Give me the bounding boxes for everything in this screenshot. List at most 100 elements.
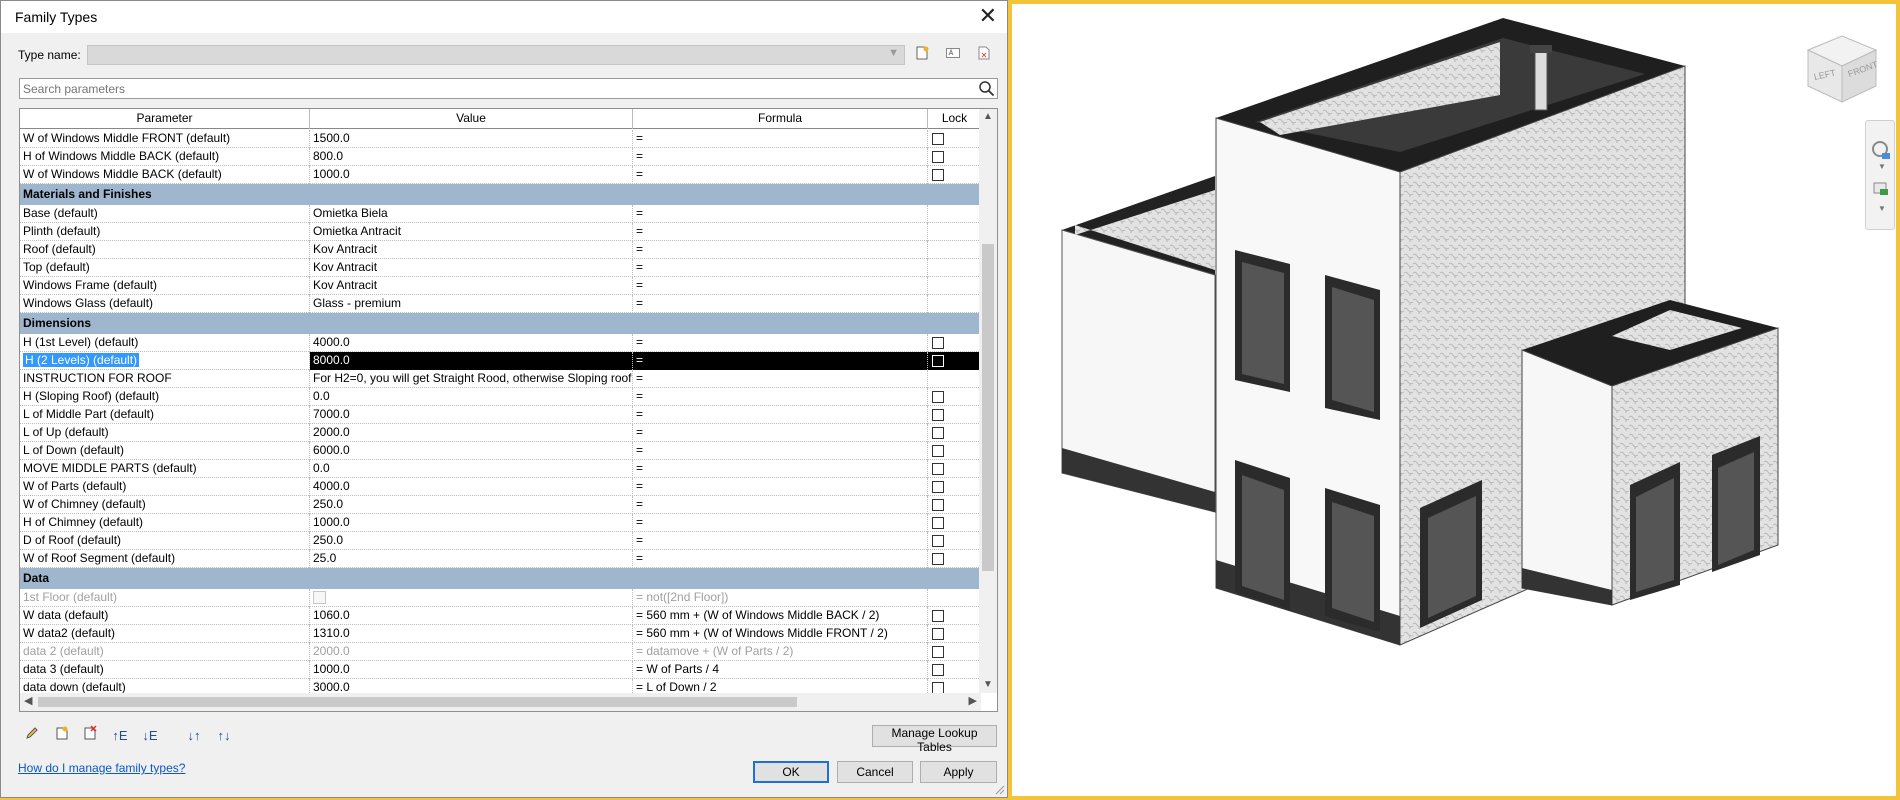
group-header[interactable]: Dimensions (20, 313, 981, 334)
table-row[interactable]: W of Windows Middle FRONT (default) 1500.… (20, 130, 981, 148)
table-row[interactable]: W data (default) 1060.0 = 560 mm + (W of W… (20, 607, 981, 625)
search-icon[interactable] (978, 80, 995, 97)
new-parameter-icon[interactable] (51, 725, 73, 747)
parameter-cell[interactable]: W of Windows Middle FRONT (default) (20, 130, 310, 148)
lock-checkbox[interactable] (932, 445, 944, 457)
parameter-cell[interactable]: H (1st Level) (default) (20, 334, 310, 352)
lock-checkbox[interactable] (932, 391, 944, 403)
table-row[interactable]: H of Chimney (default) 1000.0 = (20, 514, 981, 532)
table-row[interactable]: data 2 (default) 2000.0 = datamove + (W of… (20, 643, 981, 661)
formula-cell[interactable]: = (633, 442, 928, 460)
close-icon[interactable]: ✕ (979, 4, 997, 28)
value-cell[interactable]: 0.0 (310, 388, 633, 406)
table-row[interactable]: Windows Glass (default) Glass - premium = (20, 295, 981, 313)
parameter-cell[interactable]: D of Roof (default) (20, 532, 310, 550)
parameter-cell[interactable]: W of Roof Segment (default) (20, 550, 310, 568)
lock-checkbox[interactable] (932, 355, 944, 367)
parameter-cell[interactable]: L of Down (default) (20, 442, 310, 460)
lock-checkbox[interactable] (932, 664, 944, 676)
column-header-value[interactable]: Value (310, 109, 633, 129)
formula-cell[interactable]: = (633, 259, 928, 277)
formula-cell[interactable]: = (633, 334, 928, 352)
delete-parameter-icon[interactable] (79, 725, 101, 747)
parameter-cell[interactable]: Windows Glass (default) (20, 295, 310, 313)
value-cell[interactable] (310, 589, 633, 607)
formula-cell[interactable]: = datamove + (W of Parts / 2) (633, 643, 928, 661)
table-row[interactable]: H (1st Level) (default) 4000.0 = (20, 334, 981, 352)
parameter-cell[interactable]: MOVE MIDDLE PARTS (default) (20, 460, 310, 478)
lock-checkbox[interactable] (932, 535, 944, 547)
table-row[interactable]: L of Middle Part (default) 7000.0 = (20, 406, 981, 424)
parameter-cell[interactable]: H of Chimney (default) (20, 514, 310, 532)
table-row[interactable]: Windows Frame (default) Kov Antracit = (20, 277, 981, 295)
table-row[interactable]: W of Parts (default) 4000.0 = (20, 478, 981, 496)
lock-checkbox[interactable] (932, 553, 944, 565)
value-cell[interactable]: 1000.0 (310, 514, 633, 532)
value-cell[interactable]: Kov Antracit (310, 277, 633, 295)
table-row[interactable]: W of Windows Middle BACK (default) 1000.0… (20, 166, 981, 184)
table-row[interactable]: Roof (default) Kov Antracit = (20, 241, 981, 259)
table-row[interactable]: Plinth (default) Omietka Antracit = (20, 223, 981, 241)
table-row[interactable]: Base (default) Omietka Biela = (20, 205, 981, 223)
formula-cell[interactable]: = (633, 148, 928, 166)
sort-ascending-icon[interactable]: ↓↑ (183, 725, 205, 747)
table-row[interactable]: H (Sloping Roof) (default) 0.0 = (20, 388, 981, 406)
value-cell[interactable]: 1060.0 (310, 607, 633, 625)
formula-cell[interactable]: = (633, 352, 928, 370)
cancel-button[interactable]: Cancel (837, 761, 913, 783)
3d-view[interactable]: LEFT FRONT (1012, 4, 1896, 796)
table-row[interactable]: L of Up (default) 2000.0 = (20, 424, 981, 442)
parameter-cell[interactable]: Top (default) (20, 259, 310, 277)
parameter-cell[interactable]: H of Windows Middle BACK (default) (20, 148, 310, 166)
parameter-cell[interactable]: W of Chimney (default) (20, 496, 310, 514)
value-cell[interactable]: 1500.0 (310, 130, 633, 148)
manage-lookup-tables-button[interactable]: Manage Lookup Tables (872, 725, 997, 754)
value-cell[interactable]: 2000.0 (310, 643, 633, 661)
value-cell[interactable]: 1000.0 (310, 166, 633, 184)
formula-cell[interactable]: = (633, 388, 928, 406)
lock-checkbox[interactable] (932, 169, 944, 181)
table-row[interactable]: 1st Floor (default) = not([2nd Floor]) (20, 589, 981, 607)
value-cell[interactable]: Kov Antracit (310, 241, 633, 259)
ok-button[interactable]: OK (753, 761, 829, 783)
table-row[interactable]: L of Down (default) 6000.0 = (20, 442, 981, 460)
value-cell[interactable]: 0.0 (310, 460, 633, 478)
table-row[interactable]: D of Roof (default) 250.0 = (20, 532, 981, 550)
viewcube[interactable]: LEFT FRONT (1800, 24, 1884, 108)
scroll-down-icon[interactable]: ▼ (983, 679, 993, 690)
parameter-cell[interactable]: Windows Frame (default) (20, 277, 310, 295)
formula-cell[interactable]: = not([2nd Floor]) (633, 589, 928, 607)
horizontal-scroll-thumb[interactable] (38, 697, 797, 707)
formula-cell[interactable]: = (633, 550, 928, 568)
parameter-cell[interactable]: INSTRUCTION FOR ROOF (20, 370, 310, 388)
formula-cell[interactable]: = (633, 532, 928, 550)
formula-cell[interactable]: = (633, 514, 928, 532)
table-row[interactable]: W of Chimney (default) 250.0 = (20, 496, 981, 514)
value-cell[interactable]: 4000.0 (310, 478, 633, 496)
parameter-cell[interactable]: H (Sloping Roof) (default) (20, 388, 310, 406)
lock-checkbox[interactable] (932, 427, 944, 439)
value-cell[interactable]: Omietka Biela (310, 205, 633, 223)
group-header[interactable]: Materials and Finishes (20, 184, 981, 205)
horizontal-scrollbar[interactable]: ◀ ▶ (20, 693, 981, 711)
parameter-cell[interactable]: Roof (default) (20, 241, 310, 259)
value-cell[interactable]: For H2=0, you will get Straight Rood, ot… (310, 370, 633, 388)
parameter-cell[interactable]: data 2 (default) (20, 643, 310, 661)
parameter-cell[interactable]: data 3 (default) (20, 661, 310, 679)
table-row[interactable]: W of Roof Segment (default) 25.0 = (20, 550, 981, 568)
parameter-cell[interactable]: Plinth (default) (20, 223, 310, 241)
scroll-right-icon[interactable]: ▶ (969, 694, 977, 707)
formula-cell[interactable]: = (633, 205, 928, 223)
group-header[interactable]: Data (20, 568, 981, 589)
apply-button[interactable]: Apply (920, 761, 997, 783)
table-row[interactable]: data 3 (default) 1000.0 = W of Parts / 4 (20, 661, 981, 679)
value-checkbox[interactable] (313, 591, 326, 604)
value-cell[interactable]: 2000.0 (310, 424, 633, 442)
parameter-cell[interactable]: W data2 (default) (20, 625, 310, 643)
delete-type-icon[interactable] (973, 45, 995, 65)
formula-cell[interactable]: = (633, 277, 928, 295)
lock-checkbox[interactable] (932, 517, 944, 529)
vertical-scroll-thumb[interactable] (982, 244, 994, 571)
lock-checkbox[interactable] (932, 133, 944, 145)
lock-checkbox[interactable] (932, 151, 944, 163)
